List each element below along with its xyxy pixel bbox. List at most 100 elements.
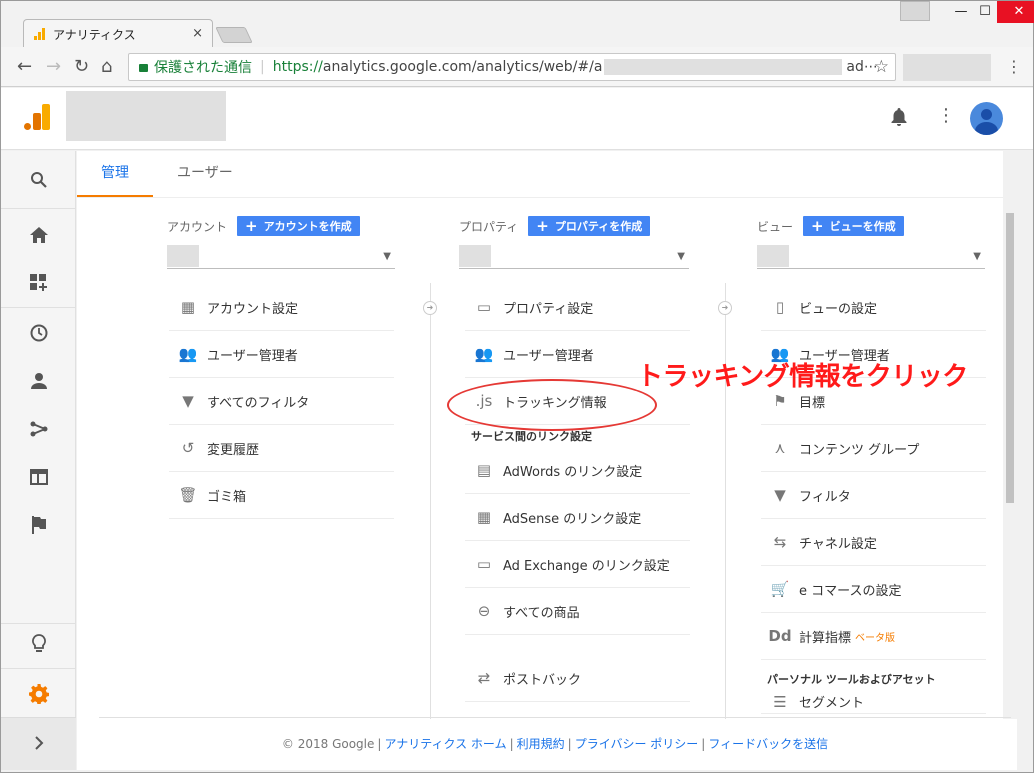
content-grouping-item[interactable]: ⋏ コンテンツ グループ bbox=[761, 425, 986, 472]
analytics-logo[interactable] bbox=[24, 104, 50, 130]
adsense-icon: ▦ bbox=[476, 508, 492, 526]
postback-item[interactable]: ⇄ ポストバック bbox=[465, 655, 690, 702]
personal-tools-heading: パーソナル ツールおよびアセット bbox=[767, 673, 936, 686]
view-label: ビュー bbox=[757, 219, 794, 234]
home-icon[interactable] bbox=[1, 212, 76, 258]
chevron-right-icon[interactable] bbox=[1, 720, 76, 766]
account-user-management-item[interactable]: 👥 ユーザー管理者 bbox=[169, 331, 394, 378]
segments-item[interactable]: ☰ セグメント bbox=[761, 690, 986, 714]
property-settings-item[interactable]: ▭ プロパティ設定 bbox=[465, 284, 690, 331]
tab-admin[interactable]: 管理 bbox=[77, 151, 153, 197]
property-label: プロパティ bbox=[459, 219, 519, 234]
notification-bell-icon[interactable] bbox=[891, 108, 907, 126]
trash-item[interactable]: 🗑 ゴミ箱 bbox=[169, 472, 394, 519]
layout-icon: ▭ bbox=[476, 298, 492, 316]
new-tab-button[interactable] bbox=[215, 27, 253, 43]
people-icon: 👥 bbox=[474, 345, 494, 363]
property-select[interactable]: ▼ bbox=[459, 245, 689, 269]
search-icon[interactable] bbox=[1, 157, 76, 203]
ecommerce-settings-item[interactable]: 🛒 e コマースの設定 bbox=[761, 566, 986, 613]
dropdown-arrow-icon: ▼ bbox=[677, 251, 685, 262]
connector-arrow-icon: ➜ bbox=[423, 301, 437, 315]
highlight-ellipse bbox=[447, 379, 657, 431]
create-account-button[interactable]: + アカウントを作成 bbox=[237, 216, 360, 236]
view-settings-item[interactable]: ▯ ビューの設定 bbox=[761, 284, 986, 331]
dashboard-icon[interactable] bbox=[1, 260, 76, 306]
filter-icon: ▼ bbox=[774, 486, 786, 504]
create-property-button[interactable]: + プロパティを作成 bbox=[528, 216, 651, 236]
back-icon[interactable]: ← bbox=[17, 56, 32, 77]
adsense-link-item[interactable]: ▦ AdSense のリンク設定 bbox=[465, 494, 690, 541]
view-column: ビュー + ビューを作成 ▼ bbox=[757, 211, 985, 269]
home-icon[interactable]: ⌂ bbox=[101, 56, 112, 77]
footer-link-privacy[interactable]: プライバシー ポリシー bbox=[575, 735, 699, 752]
admin-main: 管理 ユーザー アカウント + アカウントを作成 ▼ ▦ アカウント設定 👥 ユーザー… bbox=[77, 151, 1017, 770]
close-button[interactable]: ✕ bbox=[997, 1, 1034, 23]
lock-icon bbox=[139, 64, 148, 72]
account-label: アカウント bbox=[167, 219, 228, 234]
address-bar[interactable]: 保護された通信 | https://analytics.google.com/a… bbox=[128, 53, 896, 81]
branch-icon[interactable] bbox=[1, 406, 76, 452]
history-icon: ↺ bbox=[181, 439, 195, 457]
minimize-button[interactable]: — bbox=[949, 1, 973, 23]
dd-icon: Dd bbox=[768, 627, 792, 645]
gear-icon[interactable] bbox=[1, 671, 76, 717]
ad-exchange-icon: ▭ bbox=[476, 555, 492, 573]
user-avatar[interactable] bbox=[970, 102, 1003, 135]
people-icon: 👥 bbox=[178, 345, 198, 363]
calculated-metrics-item[interactable]: Dd 計算指標 ベータ版 bbox=[761, 613, 986, 660]
annotation-text: トラッキング情報をクリック bbox=[637, 362, 968, 392]
beta-badge: ベータ版 bbox=[855, 632, 896, 644]
account-selector-redacted[interactable] bbox=[66, 91, 226, 141]
property-menu: ▭ プロパティ設定 👥 ユーザー管理者 .js トラッキング情報 サービス間のリンク設… bbox=[465, 284, 690, 702]
tab-user[interactable]: ユーザー bbox=[153, 151, 257, 197]
browser-menu-icon[interactable]: ⋮ bbox=[1006, 57, 1022, 76]
profile-button[interactable] bbox=[900, 1, 930, 21]
all-filters-item[interactable]: ▼ すべてのフィルタ bbox=[169, 378, 394, 425]
maximize-button[interactable]: ☐ bbox=[973, 1, 997, 23]
view-filters-item[interactable]: ▼ フィルタ bbox=[761, 472, 986, 519]
dropdown-arrow-icon: ▼ bbox=[973, 251, 981, 262]
trash-icon: 🗑 bbox=[178, 486, 198, 504]
bookmark-star-icon[interactable]: ☆ bbox=[874, 57, 889, 77]
channel-settings-item[interactable]: ⇆ チャネル設定 bbox=[761, 519, 986, 566]
person-icon[interactable] bbox=[1, 358, 76, 404]
create-view-button[interactable]: + ビューを作成 bbox=[803, 216, 904, 236]
more-options-icon[interactable]: ⋮ bbox=[937, 105, 955, 126]
footer-link-analytics-home[interactable]: アナリティクス ホーム bbox=[384, 735, 506, 752]
scrollbar-thumb[interactable] bbox=[1006, 213, 1014, 503]
browser-toolbar: ← → ↻ ⌂ 保護された通信 | https://analytics.goog… bbox=[1, 47, 1033, 87]
postback-icon: ⇄ bbox=[477, 669, 491, 687]
tab-title: アナリティクス bbox=[53, 27, 136, 42]
copyright: © 2018 Google bbox=[281, 736, 375, 751]
left-sidebar bbox=[1, 151, 76, 770]
tab-close-icon[interactable]: × bbox=[192, 26, 203, 41]
footer-link-terms[interactable]: 利用規約 bbox=[517, 735, 565, 752]
ad-exchange-link-item[interactable]: ▭ Ad Exchange のリンク設定 bbox=[465, 541, 690, 588]
channel-icon: ⇆ bbox=[773, 533, 787, 551]
flag-icon: ⚑ bbox=[773, 392, 787, 410]
all-products-item[interactable]: ⊖ すべての商品 bbox=[465, 588, 690, 635]
browser-tab[interactable]: アナリティクス × bbox=[23, 19, 213, 48]
lightbulb-icon[interactable] bbox=[1, 621, 76, 667]
analytics-header: ⋮ bbox=[1, 88, 1033, 150]
adwords-icon: ▤ bbox=[476, 461, 492, 479]
analytics-favicon bbox=[34, 28, 46, 40]
view-select[interactable]: ▼ bbox=[757, 245, 985, 269]
account-select[interactable]: ▼ bbox=[167, 245, 395, 269]
filter-icon: ▼ bbox=[182, 392, 194, 410]
scrollbar[interactable] bbox=[1003, 151, 1017, 719]
title-bar: アナリティクス × — ☐ ✕ bbox=[1, 1, 1034, 48]
document-icon: ▯ bbox=[775, 298, 785, 316]
reload-icon[interactable]: ↻ bbox=[74, 56, 89, 77]
flag-icon[interactable] bbox=[1, 502, 76, 548]
connector-arrow-icon: ➜ bbox=[718, 301, 732, 315]
extension-area bbox=[903, 54, 991, 81]
account-settings-item[interactable]: ▦ アカウント設定 bbox=[169, 284, 394, 331]
forward-icon[interactable]: → bbox=[46, 56, 61, 77]
window-icon[interactable] bbox=[1, 454, 76, 500]
change-history-item[interactable]: ↺ 変更履歴 bbox=[169, 425, 394, 472]
footer-link-feedback[interactable]: フィードバックを送信 bbox=[708, 735, 828, 752]
clock-icon[interactable] bbox=[1, 310, 76, 356]
adwords-link-item[interactable]: ▤ AdWords のリンク設定 bbox=[465, 447, 690, 494]
